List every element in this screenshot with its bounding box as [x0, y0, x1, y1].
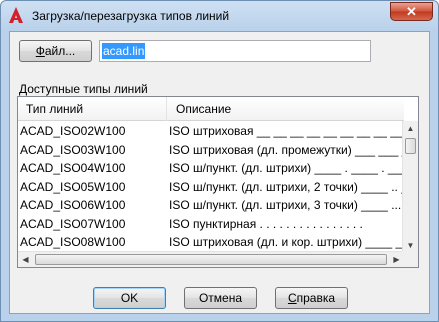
- linetype-description: ISO штриховая (дл. и кор. штрихи) ____ _…: [169, 235, 419, 249]
- dialog-body: Файл... acad.lin Доступные типы линий Ти…: [9, 31, 430, 314]
- vertical-scroll-thumb[interactable]: [405, 138, 416, 154]
- linetype-description: ISO пунктирная . . . . . . . . . . . . .…: [169, 216, 363, 231]
- column-header-linetype[interactable]: Тип линий: [26, 102, 83, 116]
- help-button[interactable]: Справка: [275, 287, 348, 309]
- linetype-description: ISO ш/пункт. (дл. штрихи, 2 точки) ____ …: [169, 179, 419, 194]
- list-rows: ACAD_ISO02W100 ISO штриховая __ __ __ __ …: [18, 122, 418, 252]
- horizontal-scroll-thumb[interactable]: [35, 254, 387, 265]
- scrollbar-corner: [402, 251, 418, 267]
- file-button-label: айл...: [44, 44, 76, 58]
- linetype-name: ACAD_ISO08W100: [20, 235, 126, 249]
- scroll-left-arrow-icon[interactable]: ◀: [18, 252, 33, 267]
- linetype-description: ISO ш/пункт. (дл. штрихи, 3 точки) ____ …: [169, 198, 419, 212]
- linetype-name: ACAD_ISO02W100: [20, 124, 126, 138]
- file-button-hotkey: Ф: [35, 44, 45, 58]
- linetype-description: ISO штриховая (дл. промежутки) ___ ___ _…: [169, 142, 419, 157]
- list-item[interactable]: ACAD_ISO04W100 ISO ш/пункт. (дл. штрихи) …: [18, 159, 418, 178]
- file-name-field[interactable]: acad.lin: [99, 40, 371, 62]
- linetype-description: ISO штриховая __ __ __ __ __ __ __ __ __…: [169, 124, 419, 138]
- linetype-name: ACAD_ISO07W100: [20, 216, 126, 231]
- list-item[interactable]: ACAD_ISO03W100 ISO штриховая (дл. промежу…: [18, 141, 418, 160]
- dialog-window: Загрузка/перезагрузка типов линий ✕ Файл…: [0, 0, 439, 322]
- linetype-name: ACAD_ISO06W100: [20, 198, 126, 212]
- window-title: Загрузка/перезагрузка типов линий: [32, 9, 230, 23]
- file-button[interactable]: Файл...: [19, 40, 92, 62]
- file-name-value: acad.lin: [102, 43, 146, 59]
- scroll-up-arrow-icon[interactable]: ▲: [403, 121, 418, 136]
- title-bar[interactable]: Загрузка/перезагрузка типов линий ✕: [1, 1, 438, 31]
- ok-button[interactable]: OK: [93, 287, 166, 309]
- autocad-logo-icon: [9, 7, 23, 23]
- linetype-name: ACAD_ISO05W100: [20, 179, 126, 194]
- list-item[interactable]: ACAD_ISO02W100 ISO штриховая __ __ __ __ …: [18, 122, 418, 141]
- linetype-description: ISO ш/пункт. (дл. штрихи) ____ . ____ . …: [169, 161, 419, 175]
- linetype-name: ACAD_ISO03W100: [20, 142, 126, 157]
- list-item[interactable]: ACAD_ISO07W100 ISO пунктирная . . . . . .…: [18, 215, 404, 234]
- list-item[interactable]: ACAD_ISO05W100 ISO ш/пункт. (дл. штрихи, …: [18, 178, 418, 197]
- help-button-label: правка: [296, 291, 336, 305]
- cancel-button[interactable]: Отмена: [184, 287, 257, 309]
- help-button-hotkey: С: [287, 291, 297, 305]
- vertical-scrollbar[interactable]: ▲ ▼: [402, 121, 418, 253]
- column-separator[interactable]: [166, 97, 167, 121]
- list-header: Тип линий Описание: [18, 97, 404, 121]
- close-button[interactable]: ✕: [390, 2, 433, 21]
- list-item[interactable]: ACAD_ISO08W100 ISO штриховая (дл. и кор. …: [18, 233, 418, 252]
- linetype-list[interactable]: Тип линий Описание ACAD_ISO02W100 ISO штр…: [17, 96, 419, 268]
- list-item[interactable]: ACAD_ISO06W100 ISO ш/пункт. (дл. штрихи, …: [18, 196, 418, 215]
- column-header-description[interactable]: Описание: [176, 102, 231, 116]
- linetype-name: ACAD_ISO04W100: [20, 161, 126, 175]
- available-linetypes-label: Доступные типы линий: [19, 82, 148, 96]
- horizontal-scrollbar[interactable]: ◀ ▶: [18, 251, 404, 267]
